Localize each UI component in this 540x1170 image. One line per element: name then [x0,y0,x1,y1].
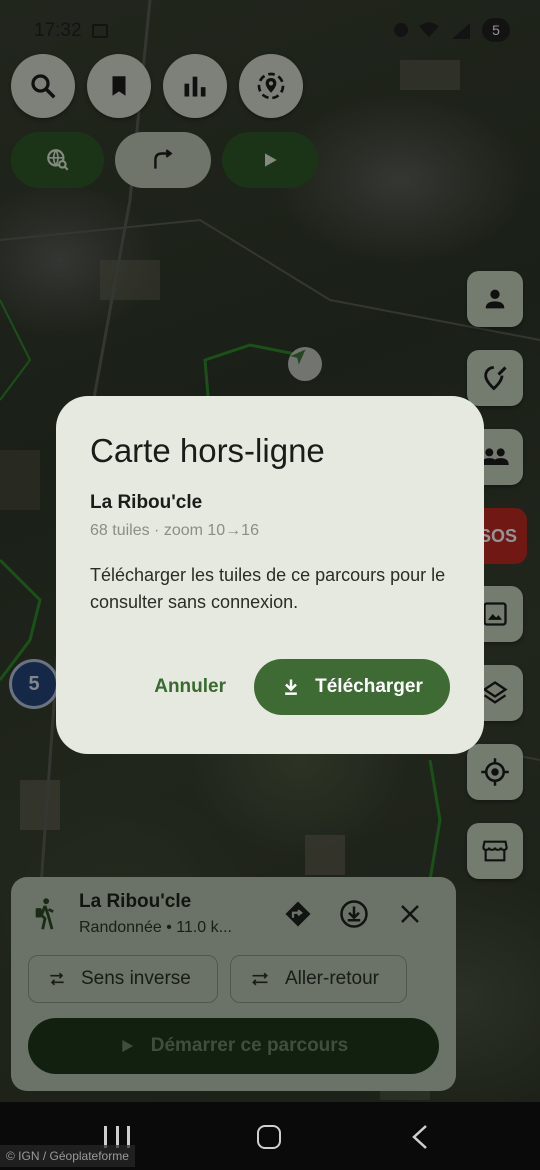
download-button-label: Télécharger [315,676,423,697]
back-chevron-icon [412,1125,427,1149]
dialog-message: Télécharger les tuiles de ce parcours po… [90,565,446,612]
back-button[interactable] [408,1124,432,1150]
download-icon [285,679,298,695]
home-button[interactable] [257,1125,281,1149]
dialog-title: Carte hors-ligne [90,432,325,469]
offline-map-dialog: Carte hors-ligne La Ribou'cle 68 tuiles … [56,396,484,754]
dialog-tile-info: 68 tuiles · zoom 10→16 [90,522,259,539]
cancel-button[interactable]: Annuler [154,676,226,698]
dialog-route-name: La Ribou'cle [90,492,203,513]
download-button[interactable]: Télécharger [254,659,450,715]
map-attribution: © IGN / Géoplateforme [0,1145,135,1167]
dialog-actions: Annuler Télécharger [154,659,450,715]
